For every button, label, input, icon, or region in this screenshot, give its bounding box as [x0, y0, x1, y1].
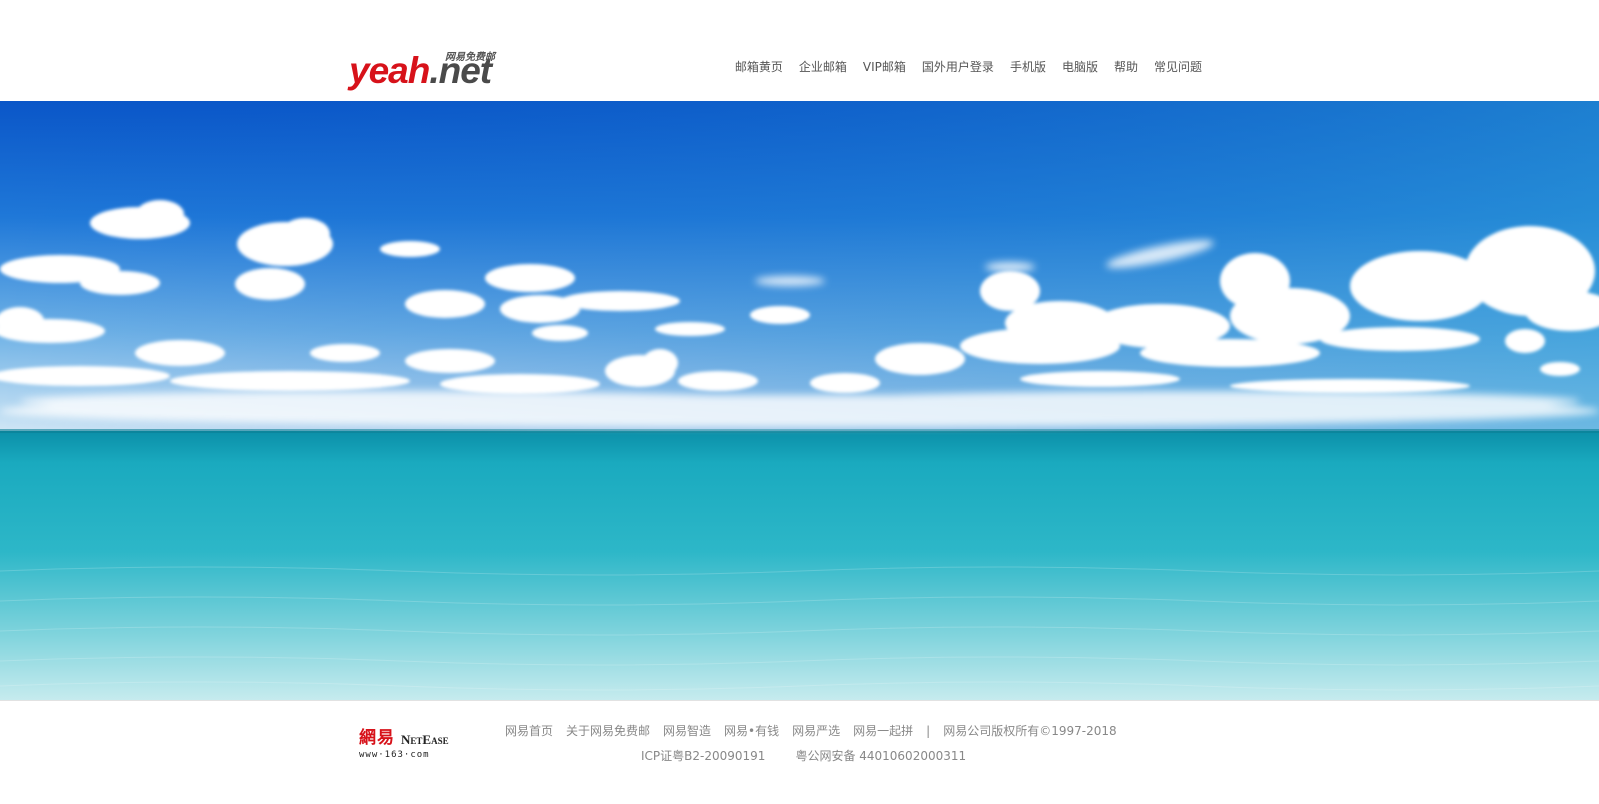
- footer-links: 网易首页 关于网易免费邮 网易智造 网易•有钱 网易严选 网易一起拼 | 网易公…: [505, 722, 1117, 740]
- footer-link-about[interactable]: 关于网易免费邮: [566, 722, 650, 740]
- nav-desktop[interactable]: 电脑版: [1062, 58, 1098, 76]
- yeah-net-logo[interactable]: yeah.net 网易免费邮: [349, 50, 509, 92]
- header: yeah.net 网易免费邮 邮箱黄页 企业邮箱 VIP邮箱 国外用户登录 手机…: [0, 0, 1599, 101]
- footer-link-netease-home[interactable]: 网易首页: [505, 722, 553, 740]
- banner-image: [0, 101, 1599, 700]
- top-nav: 邮箱黄页 企业邮箱 VIP邮箱 国外用户登录 手机版 电脑版 帮助 常见问题: [719, 58, 1202, 76]
- footer-link-youqian[interactable]: 网易•有钱: [724, 722, 779, 740]
- nav-help[interactable]: 帮助: [1114, 58, 1138, 76]
- logo-tagline: 网易免费邮: [445, 52, 495, 63]
- footer-separator: |: [926, 724, 931, 738]
- nav-vip-mail[interactable]: VIP邮箱: [863, 58, 906, 76]
- netease-logo[interactable]: 網易 NetEase www·163·com: [359, 728, 455, 764]
- footer-link-zhizao[interactable]: 网易智造: [663, 722, 711, 740]
- nav-overseas-login[interactable]: 国外用户登录: [922, 58, 994, 76]
- police-record: 粤公网安备 44010602000311: [795, 749, 967, 763]
- nav-faq[interactable]: 常见问题: [1154, 58, 1202, 76]
- footer-link-yiqipin[interactable]: 网易一起拼: [853, 722, 913, 740]
- copyright-text: 网易公司版权所有©1997-2018: [943, 724, 1117, 738]
- footer-link-yanxuan[interactable]: 网易严选: [792, 722, 840, 740]
- footer-legal: ICP证粤B2-20090191 粤公网安备 44010602000311: [641, 747, 996, 765]
- nav-enterprise-mail[interactable]: 企业邮箱: [799, 58, 847, 76]
- banner-sky-ocean: [0, 101, 1599, 700]
- nav-mobile[interactable]: 手机版: [1010, 58, 1046, 76]
- icp-license: ICP证粤B2-20090191: [641, 749, 766, 763]
- nav-mail-yellow-pages[interactable]: 邮箱黄页: [735, 58, 783, 76]
